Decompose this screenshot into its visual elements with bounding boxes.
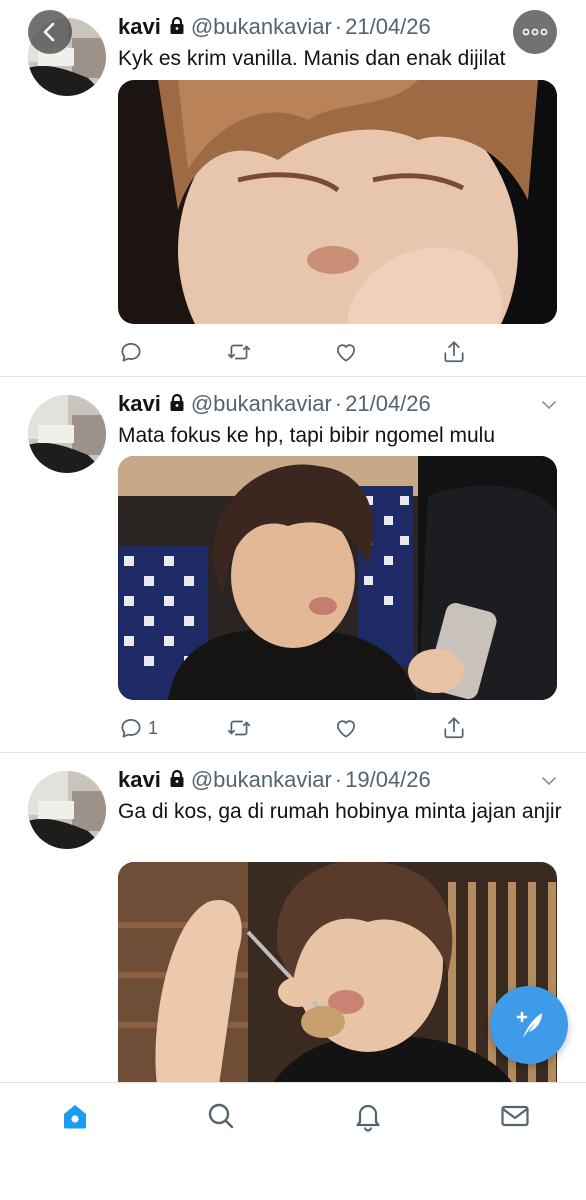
user-handle[interactable]: @bukankaviar (191, 391, 332, 416)
user-handle[interactable]: @bukankaviar (191, 767, 332, 792)
heart-icon (333, 715, 359, 741)
tweet-actions (118, 337, 478, 367)
share-icon (441, 339, 467, 365)
tweet-date[interactable]: 21/04/26 (345, 14, 431, 39)
retweet-button[interactable] (226, 337, 256, 367)
tweet-date[interactable]: 21/04/26 (345, 391, 431, 416)
tweet-photo[interactable] (118, 862, 557, 1092)
retweet-icon (226, 339, 252, 365)
retweet-button[interactable] (226, 713, 256, 743)
lock-icon (167, 769, 187, 789)
user-handle[interactable]: @bukankaviar (191, 14, 332, 39)
meta-separator: · (334, 767, 343, 792)
meta-separator: · (334, 391, 343, 416)
avatar[interactable] (28, 771, 106, 849)
more-horizontal-icon (522, 28, 548, 36)
like-button[interactable] (333, 713, 363, 743)
lock-icon (167, 16, 187, 36)
lock-icon (167, 393, 187, 413)
chevron-down-icon[interactable] (538, 394, 560, 416)
back-button[interactable] (28, 10, 72, 54)
compose-tweet-button[interactable] (490, 986, 568, 1064)
compose-tweet-icon (516, 1011, 542, 1038)
reply-icon (118, 339, 144, 365)
tweet-header: kavi @bukankaviar · 19/04/26 (118, 765, 431, 795)
tweet-photo[interactable] (118, 80, 557, 324)
tweet-header: kavi @bukankaviar · 21/04/26 (118, 12, 431, 42)
display-name[interactable]: kavi (118, 767, 161, 792)
avatar[interactable] (28, 395, 106, 473)
tab-search[interactable] (204, 1099, 238, 1133)
messages-envelope-icon (501, 1105, 529, 1127)
like-button[interactable] (333, 337, 363, 367)
reply-icon (118, 715, 144, 741)
home-icon (64, 1105, 86, 1129)
share-icon (441, 715, 467, 741)
meta-separator: · (334, 14, 343, 39)
heart-icon (333, 339, 359, 365)
tweet-timeline-page: kavi @bukankaviar · 21/04/26 Kyk es krim va… (0, 0, 586, 1200)
reply-count: 1 (148, 717, 159, 738)
tweet-header: kavi @bukankaviar · 21/04/26 (118, 389, 431, 419)
tweet-photo[interactable] (118, 456, 557, 700)
tab-messages[interactable] (498, 1099, 532, 1133)
chevron-down-icon[interactable] (538, 770, 560, 792)
more-options-button[interactable] (513, 10, 557, 54)
retweet-icon (226, 715, 252, 741)
display-name[interactable]: kavi (118, 14, 161, 39)
search-icon (208, 1103, 234, 1129)
tweet-text: Mata fokus ke hp, tapi bibir ngomel mulu (118, 424, 496, 447)
notifications-bell-icon (356, 1104, 380, 1132)
tweet[interactable]: kavi @bukankaviar · 21/04/26 Mata fokus ke … (0, 377, 586, 752)
tweet-actions: 1 (118, 713, 478, 743)
share-button[interactable] (441, 337, 467, 367)
reply-button[interactable]: 1 (118, 713, 158, 743)
tweet-text: Kyk es krim vanilla. Manis dan enak diji… (118, 47, 506, 70)
share-button[interactable] (441, 713, 467, 743)
chevron-left-icon (43, 22, 55, 42)
tweet-text: Ga di kos, ga di rumah hobinya minta jaj… (118, 800, 562, 823)
tweet-date[interactable]: 19/04/26 (345, 767, 431, 792)
tab-home[interactable] (58, 1099, 92, 1133)
reply-button[interactable] (118, 337, 148, 367)
display-name[interactable]: kavi (118, 391, 161, 416)
bottom-tab-bar (0, 1082, 586, 1200)
tweet[interactable]: kavi @bukankaviar · 21/04/26 Kyk es krim va… (0, 0, 586, 376)
tab-notifications[interactable] (351, 1099, 385, 1133)
